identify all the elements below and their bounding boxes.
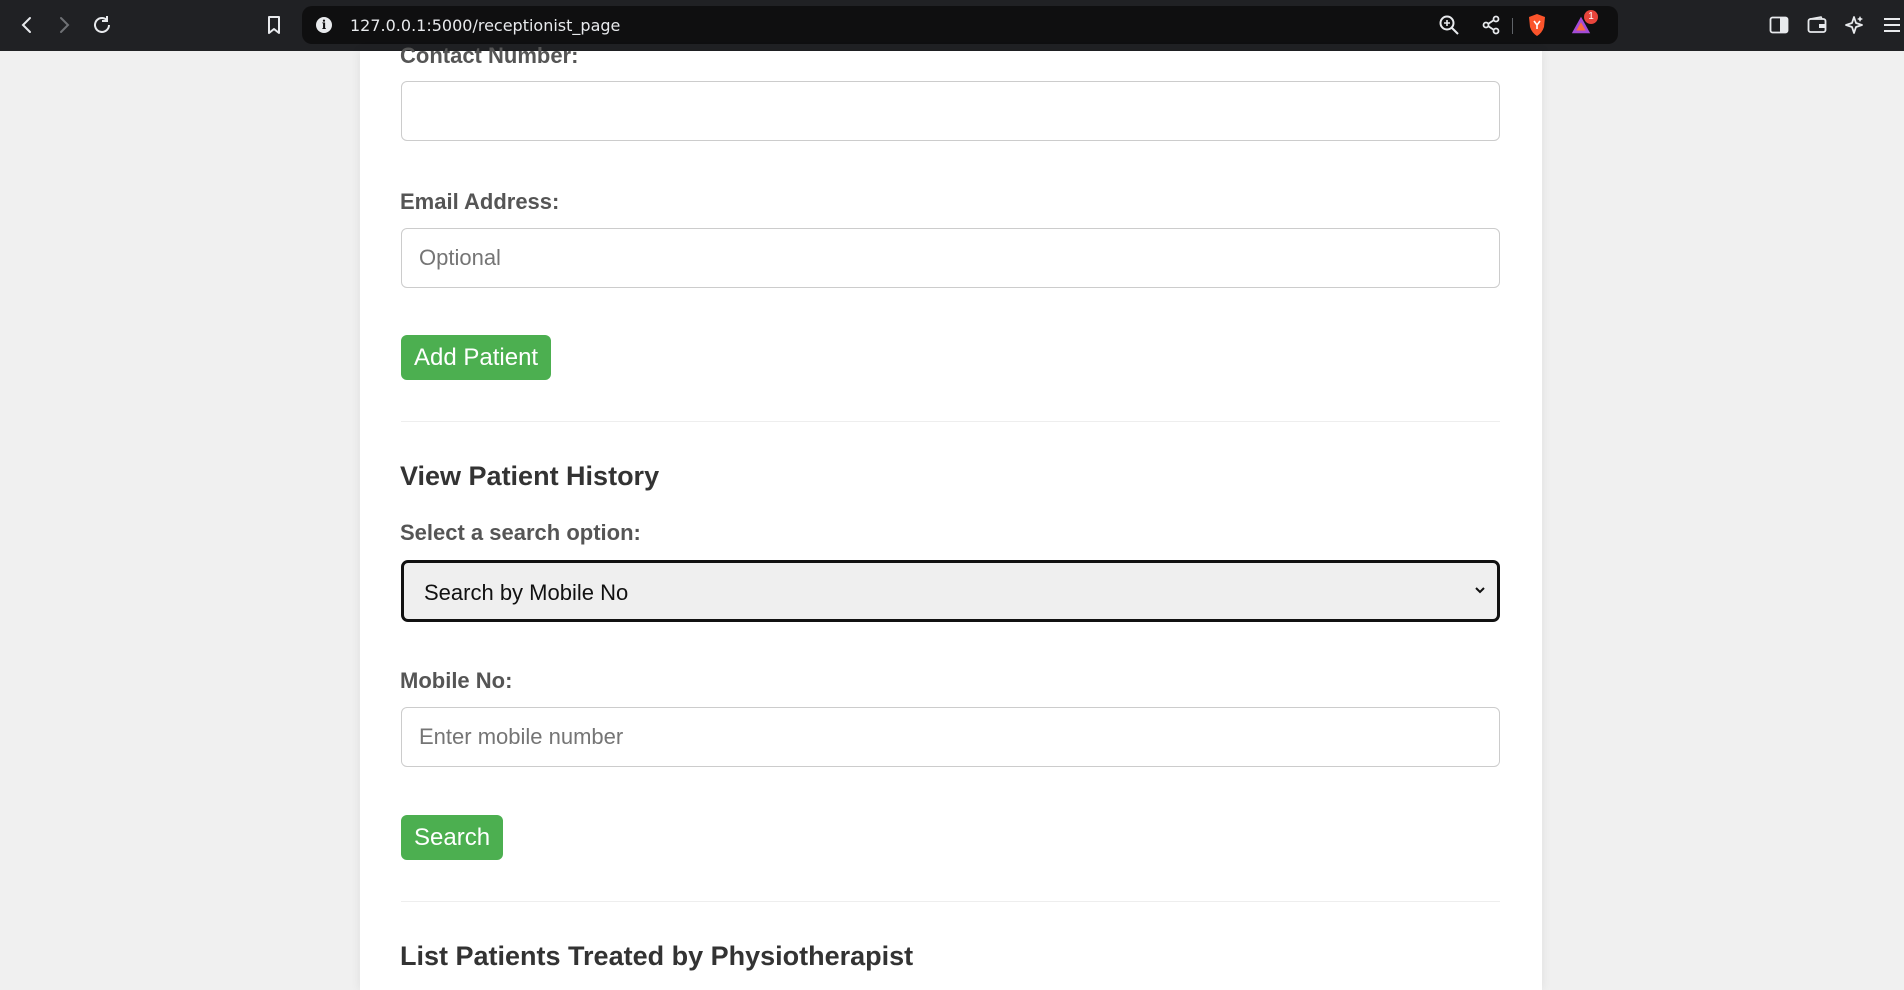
brave-rewards-icon[interactable]: 1	[1570, 10, 1598, 36]
back-icon[interactable]	[14, 12, 40, 38]
view-patient-history-title: View Patient History	[400, 461, 660, 491]
reload-icon[interactable]	[89, 12, 115, 38]
add-patient-button[interactable]: Add Patient	[401, 335, 552, 380]
search-option-label: Select a search option:	[400, 520, 641, 545]
address-bar[interactable]: i 127.0.0.1:5000/receptionist_page 1	[302, 6, 1618, 44]
bookmark-icon[interactable]	[261, 12, 287, 38]
sidebar-icon[interactable]	[1766, 12, 1792, 38]
search-button[interactable]: Search	[401, 815, 504, 860]
mobile-number-field[interactable]	[401, 707, 1500, 767]
contact-number-label: Contact Number:	[400, 43, 579, 68]
search-option-selected: Search by Mobile No	[424, 580, 629, 605]
toolbar-separator	[1512, 18, 1513, 34]
leo-ai-icon[interactable]	[1841, 12, 1867, 38]
chevron-down-icon	[1473, 583, 1487, 597]
site-info-icon[interactable]: i	[316, 17, 332, 33]
brave-shields-icon[interactable]	[1526, 14, 1548, 36]
section-divider	[401, 421, 1500, 422]
url-text[interactable]: 127.0.0.1:5000/receptionist_page	[350, 16, 620, 35]
share-icon[interactable]	[1480, 14, 1502, 36]
search-option-select[interactable]: Search by Mobile No	[401, 560, 1500, 622]
notification-badge: 1	[1584, 10, 1598, 24]
browser-toolbar: i 127.0.0.1:5000/receptionist_page 1	[0, 0, 1904, 51]
email-address-label: Email Address:	[400, 189, 560, 214]
physiotherapist-patients-title: List Patients Treated by Physiotherapist	[400, 941, 914, 971]
mobile-no-label: Mobile No:	[400, 668, 513, 693]
receptionist-card: Contact Number: Email Address: Add Patie…	[360, 43, 1542, 990]
forward-icon[interactable]	[51, 12, 77, 38]
contact-number-field[interactable]	[401, 81, 1500, 141]
zoom-icon[interactable]	[1438, 14, 1460, 36]
email-field[interactable]	[401, 228, 1500, 288]
section-divider	[401, 901, 1500, 902]
menu-icon[interactable]	[1879, 12, 1904, 38]
wallet-icon[interactable]	[1804, 12, 1830, 38]
